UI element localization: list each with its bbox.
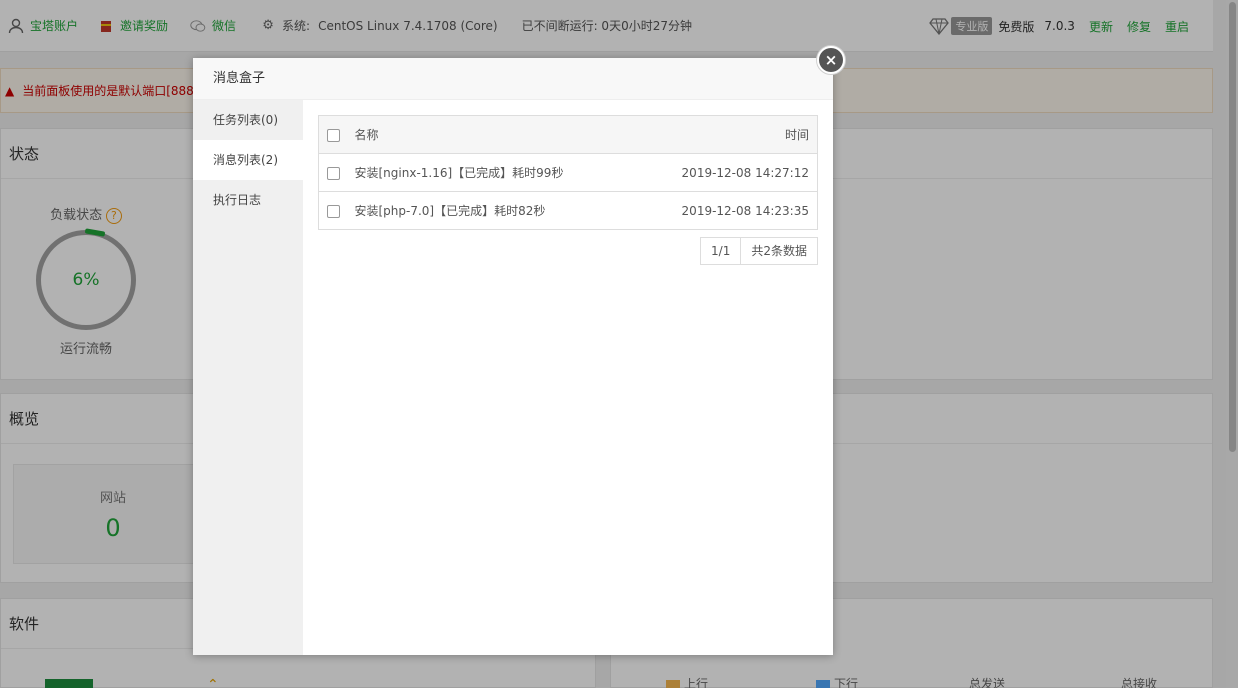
dialog-sidebar: 任务列表(0) 消息列表(2) 执行日志 bbox=[193, 100, 303, 655]
message-box-dialog: 消息盒子 × 任务列表(0) 消息列表(2) 执行日志 名称 时间 安装[ngi… bbox=[193, 45, 846, 655]
table-row[interactable]: 安装[php-7.0]【已完成】耗时82秒 2019-12-08 14:23:3… bbox=[318, 191, 818, 230]
column-name: 名称 bbox=[348, 115, 636, 154]
table-row[interactable]: 安装[nginx-1.16]【已完成】耗时99秒 2019-12-08 14:2… bbox=[318, 153, 818, 192]
message-table: 名称 时间 安装[nginx-1.16]【已完成】耗时99秒 2019-12-0… bbox=[318, 115, 818, 230]
row-checkbox[interactable] bbox=[327, 204, 341, 218]
row-time: 2019-12-08 14:23:35 bbox=[635, 191, 818, 230]
dialog-title: 消息盒子 bbox=[193, 58, 833, 100]
tab-message-list[interactable]: 消息列表(2) bbox=[193, 140, 303, 180]
pagination: 1/1 共2条数据 bbox=[700, 237, 818, 265]
close-button[interactable]: × bbox=[816, 45, 846, 75]
row-name: 安装[nginx-1.16]【已完成】耗时99秒 bbox=[348, 153, 636, 192]
message-list-content: 名称 时间 安装[nginx-1.16]【已完成】耗时99秒 2019-12-0… bbox=[318, 115, 818, 265]
select-all-checkbox[interactable] bbox=[327, 128, 341, 142]
tab-exec-log[interactable]: 执行日志 bbox=[193, 180, 303, 220]
close-icon: × bbox=[819, 48, 843, 72]
table-header: 名称 时间 bbox=[318, 115, 818, 154]
row-checkbox[interactable] bbox=[327, 166, 341, 180]
row-name: 安装[php-7.0]【已完成】耗时82秒 bbox=[348, 191, 636, 230]
row-time: 2019-12-08 14:27:12 bbox=[635, 153, 818, 192]
page-indicator[interactable]: 1/1 bbox=[701, 238, 740, 264]
column-time: 时间 bbox=[635, 115, 818, 154]
total-count: 共2条数据 bbox=[740, 238, 817, 264]
tab-task-list[interactable]: 任务列表(0) bbox=[193, 100, 303, 140]
